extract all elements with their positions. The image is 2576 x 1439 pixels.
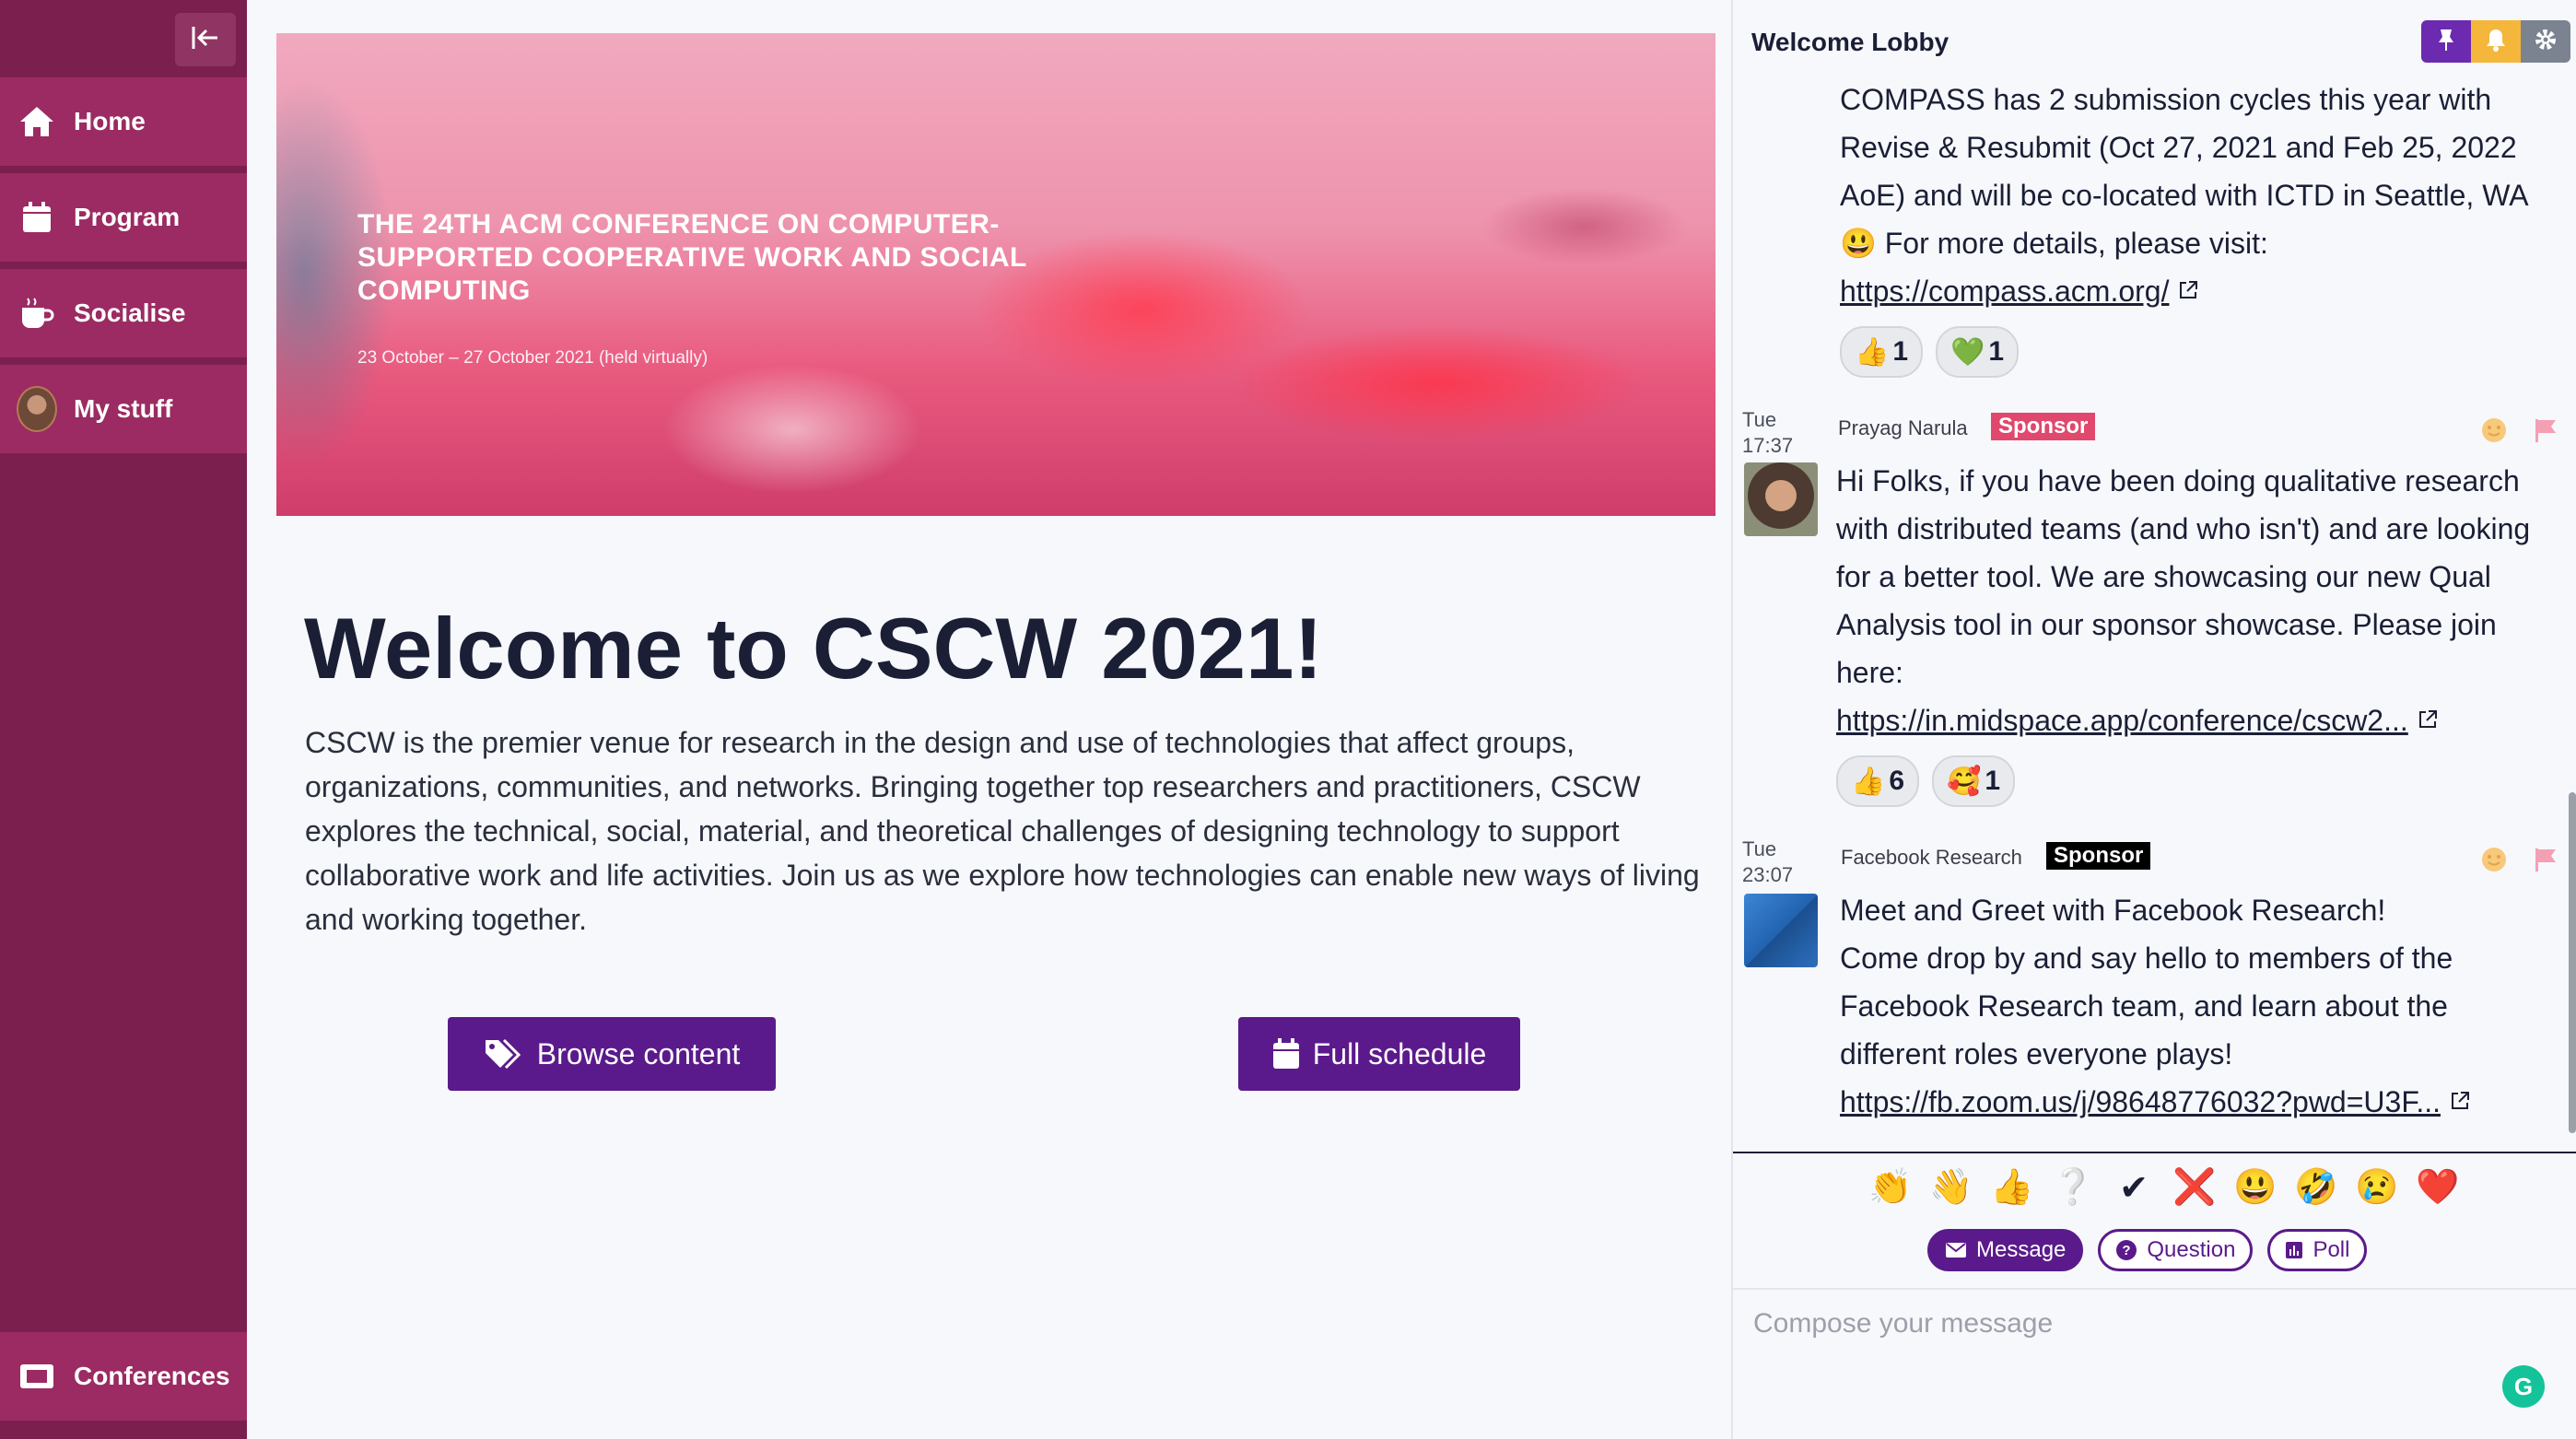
compose-message-input[interactable] — [1751, 1306, 2547, 1421]
external-link-icon — [2417, 704, 2439, 737]
calendar-icon — [1272, 1038, 1300, 1070]
quick-reactions: 👏 👋 👍 ❔ ✔ ❌ 😃 🤣 😢 ❤️ — [1860, 1163, 2468, 1212]
sponsor-badge: Sponsor — [1991, 413, 2096, 440]
coffee-icon — [17, 293, 57, 333]
quick-reaction-question[interactable]: ❔ — [2043, 1163, 2103, 1212]
reactions: 👍 6 🥰 1 — [1836, 755, 2546, 807]
envelope-icon — [1945, 1242, 1967, 1258]
quick-reaction-clap[interactable]: 👏 — [1860, 1163, 1921, 1212]
pin-chat-button[interactable] — [2421, 20, 2471, 63]
chat-scrollbar[interactable] — [2569, 792, 2576, 1133]
quick-reaction-laugh[interactable]: 🤣 — [2286, 1163, 2347, 1212]
message-text-line: 😃 For more details, please visit: — [1840, 227, 2268, 260]
chat-message: Meet and Greet with Facebook Research! C… — [1840, 886, 2549, 1126]
message-time: Tue 23:07 — [1742, 837, 1794, 886]
main-content: THE 24TH ACM CONFERENCE ON COMPUTER-SUPP… — [247, 0, 1731, 1439]
reaction-thumbs-up[interactable]: 👍 1 — [1840, 326, 1924, 378]
sponsor-badge: Sponsor — [2046, 842, 2151, 870]
report-flag-icon[interactable] — [2532, 846, 2559, 878]
grammarly-icon[interactable]: G — [2502, 1365, 2545, 1408]
message-link[interactable]: https://in.midspace.app/conference/cscw2… — [1836, 704, 2408, 737]
banner-title: THE 24TH ACM CONFERENCE ON COMPUTER-SUPP… — [357, 209, 1027, 306]
sidebar-item-program[interactable]: Program — [0, 173, 247, 265]
divider — [1733, 1152, 2576, 1153]
quick-reaction-check[interactable]: ✔ — [2103, 1163, 2164, 1212]
full-schedule-label: Full schedule — [1312, 1036, 1487, 1070]
notifications-button[interactable] — [2471, 20, 2521, 63]
sidebar-item-label: Socialise — [74, 298, 186, 327]
add-reaction-icon[interactable] — [2480, 416, 2508, 449]
sidebar-item-my-stuff[interactable]: My stuff — [0, 365, 247, 457]
message-text-line: Meet and Greet with Facebook Research! — [1840, 894, 2386, 927]
poll-type-button[interactable]: Poll — [2267, 1229, 2368, 1271]
collapse-left-icon — [190, 25, 221, 55]
sidebar-item-conferences[interactable]: Conferences — [0, 1332, 247, 1421]
sidebar-item-home[interactable]: Home — [0, 77, 247, 170]
quick-reaction-wave[interactable]: 👋 — [1921, 1163, 1982, 1212]
chat-message: COMPASS has 2 submission cycles this yea… — [1840, 76, 2540, 378]
sidebar-item-label: Program — [74, 203, 181, 231]
sidebar-item-socialise[interactable]: Socialise — [0, 269, 247, 361]
message-sender[interactable]: Prayag Narula — [1838, 416, 1968, 440]
pin-icon — [2437, 28, 2455, 56]
divider — [1733, 1288, 2576, 1290]
home-icon — [17, 101, 57, 142]
collapse-sidebar-button[interactable] — [175, 13, 236, 66]
avatar[interactable] — [1744, 462, 1818, 536]
message-actions — [2480, 846, 2559, 878]
chat-message: Hi Folks, if you have been doing qualita… — [1836, 457, 2546, 807]
intro-paragraph: CSCW is the premier venue for research i… — [305, 726, 1700, 936]
message-time: Tue 17:37 — [1742, 408, 1794, 457]
message-text: Hi Folks, if you have been doing qualita… — [1836, 464, 2531, 689]
question-type-button[interactable]: ? Question — [2098, 1229, 2254, 1271]
browse-content-label: Browse content — [536, 1036, 741, 1070]
sidebar-item-label: My stuff — [74, 394, 173, 423]
reactions: 👍 1 💚 1 — [1840, 326, 2540, 378]
tags-icon — [484, 1038, 524, 1070]
sidebar-item-label: Conferences — [74, 1362, 230, 1390]
page-title: Welcome to CSCW 2021! — [304, 600, 1323, 696]
quick-reaction-cross[interactable]: ❌ — [2164, 1163, 2225, 1212]
external-link-icon — [2449, 1085, 2471, 1118]
sidebar: Home Program Socialise My stuff Conferen… — [0, 0, 247, 1439]
add-reaction-icon[interactable] — [2480, 846, 2508, 878]
message-type-buttons: Message ? Question Poll — [1927, 1229, 2368, 1271]
quick-reaction-heart[interactable]: ❤️ — [2407, 1163, 2468, 1212]
message-text-line: Revise & Resubmit (Oct 27, 2021 and Feb … — [1840, 131, 2517, 164]
quick-reaction-cry[interactable]: 😢 — [2347, 1163, 2407, 1212]
external-link-icon — [2177, 275, 2199, 308]
full-schedule-button[interactable]: Full schedule — [1238, 1017, 1520, 1091]
chat-panel: Welcome Lobby COMPASS has 2 submission c… — [1731, 0, 2576, 1439]
chat-header-buttons — [2421, 20, 2570, 63]
ticket-icon — [17, 1356, 57, 1397]
gear-icon — [2534, 28, 2558, 56]
reaction-smiling-hearts[interactable]: 🥰 1 — [1932, 755, 2016, 807]
message-link[interactable]: https://fb.zoom.us/j/98648776032?pwd=U3F… — [1840, 1085, 2441, 1118]
quick-reaction-smile[interactable]: 😃 — [2225, 1163, 2286, 1212]
message-actions — [2480, 416, 2559, 449]
reaction-thumbs-up[interactable]: 👍 6 — [1836, 755, 1920, 807]
chat-title: Welcome Lobby — [1751, 28, 1950, 56]
message-sender[interactable]: Facebook Research — [1841, 846, 2022, 870]
avatar — [17, 386, 57, 432]
poll-icon — [2285, 1241, 2303, 1259]
message-type-button[interactable]: Message — [1927, 1229, 2084, 1271]
bell-icon — [2485, 28, 2507, 56]
calendar-icon — [17, 197, 57, 238]
avatar[interactable] — [1744, 894, 1818, 967]
browse-content-button[interactable]: Browse content — [448, 1017, 776, 1091]
message-text: Come drop by and say hello to members of… — [1840, 942, 2453, 1070]
chat-settings-button[interactable] — [2521, 20, 2570, 63]
reaction-green-heart[interactable]: 💚 1 — [1936, 326, 2020, 378]
message-text-line: AoE) and will be co-located with ICTD in… — [1840, 179, 2529, 212]
sidebar-item-label: Home — [74, 107, 146, 135]
message-text-line: COMPASS has 2 submission cycles this yea… — [1840, 83, 2492, 116]
question-circle-icon: ? — [2115, 1239, 2137, 1261]
banner-date: 23 October – 27 October 2021 (held virtu… — [357, 348, 708, 368]
message-link[interactable]: https://compass.acm.org/ — [1840, 275, 2169, 308]
quick-reaction-thumbs-up[interactable]: 👍 — [1982, 1163, 2043, 1212]
report-flag-icon[interactable] — [2532, 416, 2559, 449]
svg-text:?: ? — [2123, 1243, 2131, 1258]
conference-banner: THE 24TH ACM CONFERENCE ON COMPUTER-SUPP… — [276, 33, 1715, 516]
